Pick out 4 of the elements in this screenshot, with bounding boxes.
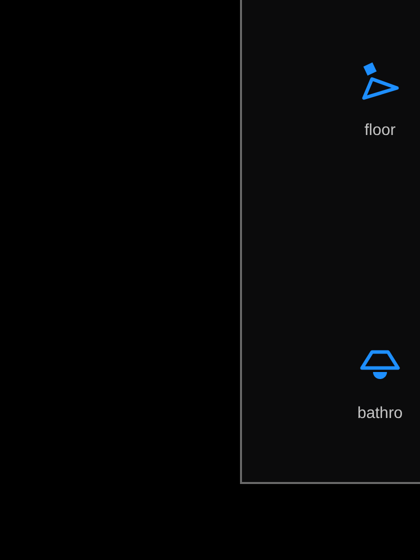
floor-lamp-icon	[360, 62, 400, 102]
device-label: floor	[364, 122, 396, 140]
device-label: bathro	[357, 405, 403, 423]
ceiling-lamp-icon	[358, 348, 402, 382]
